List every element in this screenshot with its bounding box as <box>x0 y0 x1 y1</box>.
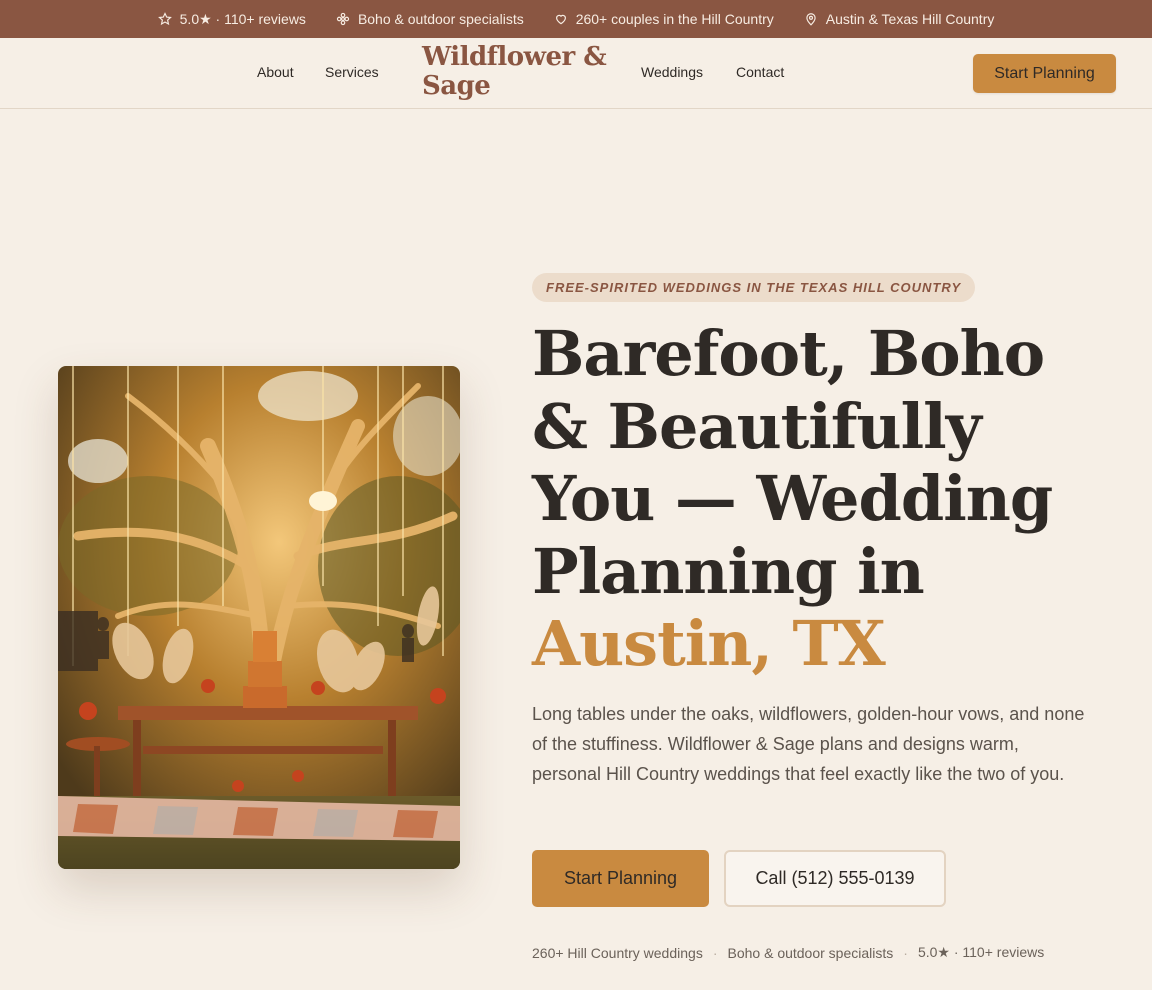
nav-link-services[interactable]: Services <box>325 64 379 80</box>
top-announcement-bar: 5.0★ · 110+ reviews Boho & outdoor speci… <box>0 0 1152 38</box>
heart-icon <box>554 12 568 26</box>
hero-headline-accent: Austin, TX <box>532 607 886 680</box>
topbar-reviews-text: 5.0★ · 110+ reviews <box>179 10 306 27</box>
wedding-reception-illustration <box>58 366 460 869</box>
nav-start-planning-button[interactable]: Start Planning <box>973 54 1116 93</box>
topbar-item-specialists: Boho & outdoor specialists <box>336 11 524 27</box>
proof-item-specialists: Boho & outdoor specialists <box>727 944 894 961</box>
hero-headline: Barefoot, Boho & Beautifully You — Weddi… <box>532 317 1112 681</box>
proof-item-weddings: 260+ Hill Country weddings <box>532 944 703 961</box>
hero-headline-text: Barefoot, Boho & Beautifully You — Weddi… <box>532 317 1053 608</box>
topbar-item-reviews: 5.0★ · 110+ reviews <box>157 10 306 28</box>
nav-link-contact[interactable]: Contact <box>736 64 784 80</box>
proof-item-reviews: 5.0★ · 110+ reviews <box>917 944 1045 960</box>
topbar-specialists-text: Boho & outdoor specialists <box>357 11 524 27</box>
topbar-location-text: Austin & Texas Hill Country <box>825 11 995 27</box>
nav-link-about[interactable]: About <box>257 64 294 80</box>
hero-eyebrow-badge: FREE-SPIRITED WEDDINGS IN THE TEXAS HILL… <box>532 273 976 302</box>
topbar-item-location: Austin & Texas Hill Country <box>804 11 995 27</box>
star-icon <box>157 12 172 26</box>
main-navigation: About Services Wildflower & Sage Wedding… <box>0 38 1152 109</box>
nav-link-weddings[interactable]: Weddings <box>641 64 703 80</box>
hero-description: Long tables under the oaks, wildflowers,… <box>532 704 1085 784</box>
social-proof-row: 260+ Hill Country weddings · Boho & outd… <box>532 944 1044 961</box>
flower-icon <box>336 12 350 26</box>
proof-separator: · <box>712 944 718 961</box>
site-logo[interactable]: Wildflower & Sage <box>422 43 612 101</box>
proof-separator: · <box>903 944 908 961</box>
map-pin-icon <box>804 12 818 26</box>
topbar-couples-text: 260+ couples in the Hill Country <box>575 11 774 27</box>
hero-wedding-photo <box>58 366 460 869</box>
hero-start-planning-button[interactable]: Start Planning <box>532 850 709 907</box>
topbar-item-couples: 260+ couples in the Hill Country <box>554 11 774 27</box>
hero-call-button[interactable]: Call (512) 555-0139 <box>724 850 946 907</box>
